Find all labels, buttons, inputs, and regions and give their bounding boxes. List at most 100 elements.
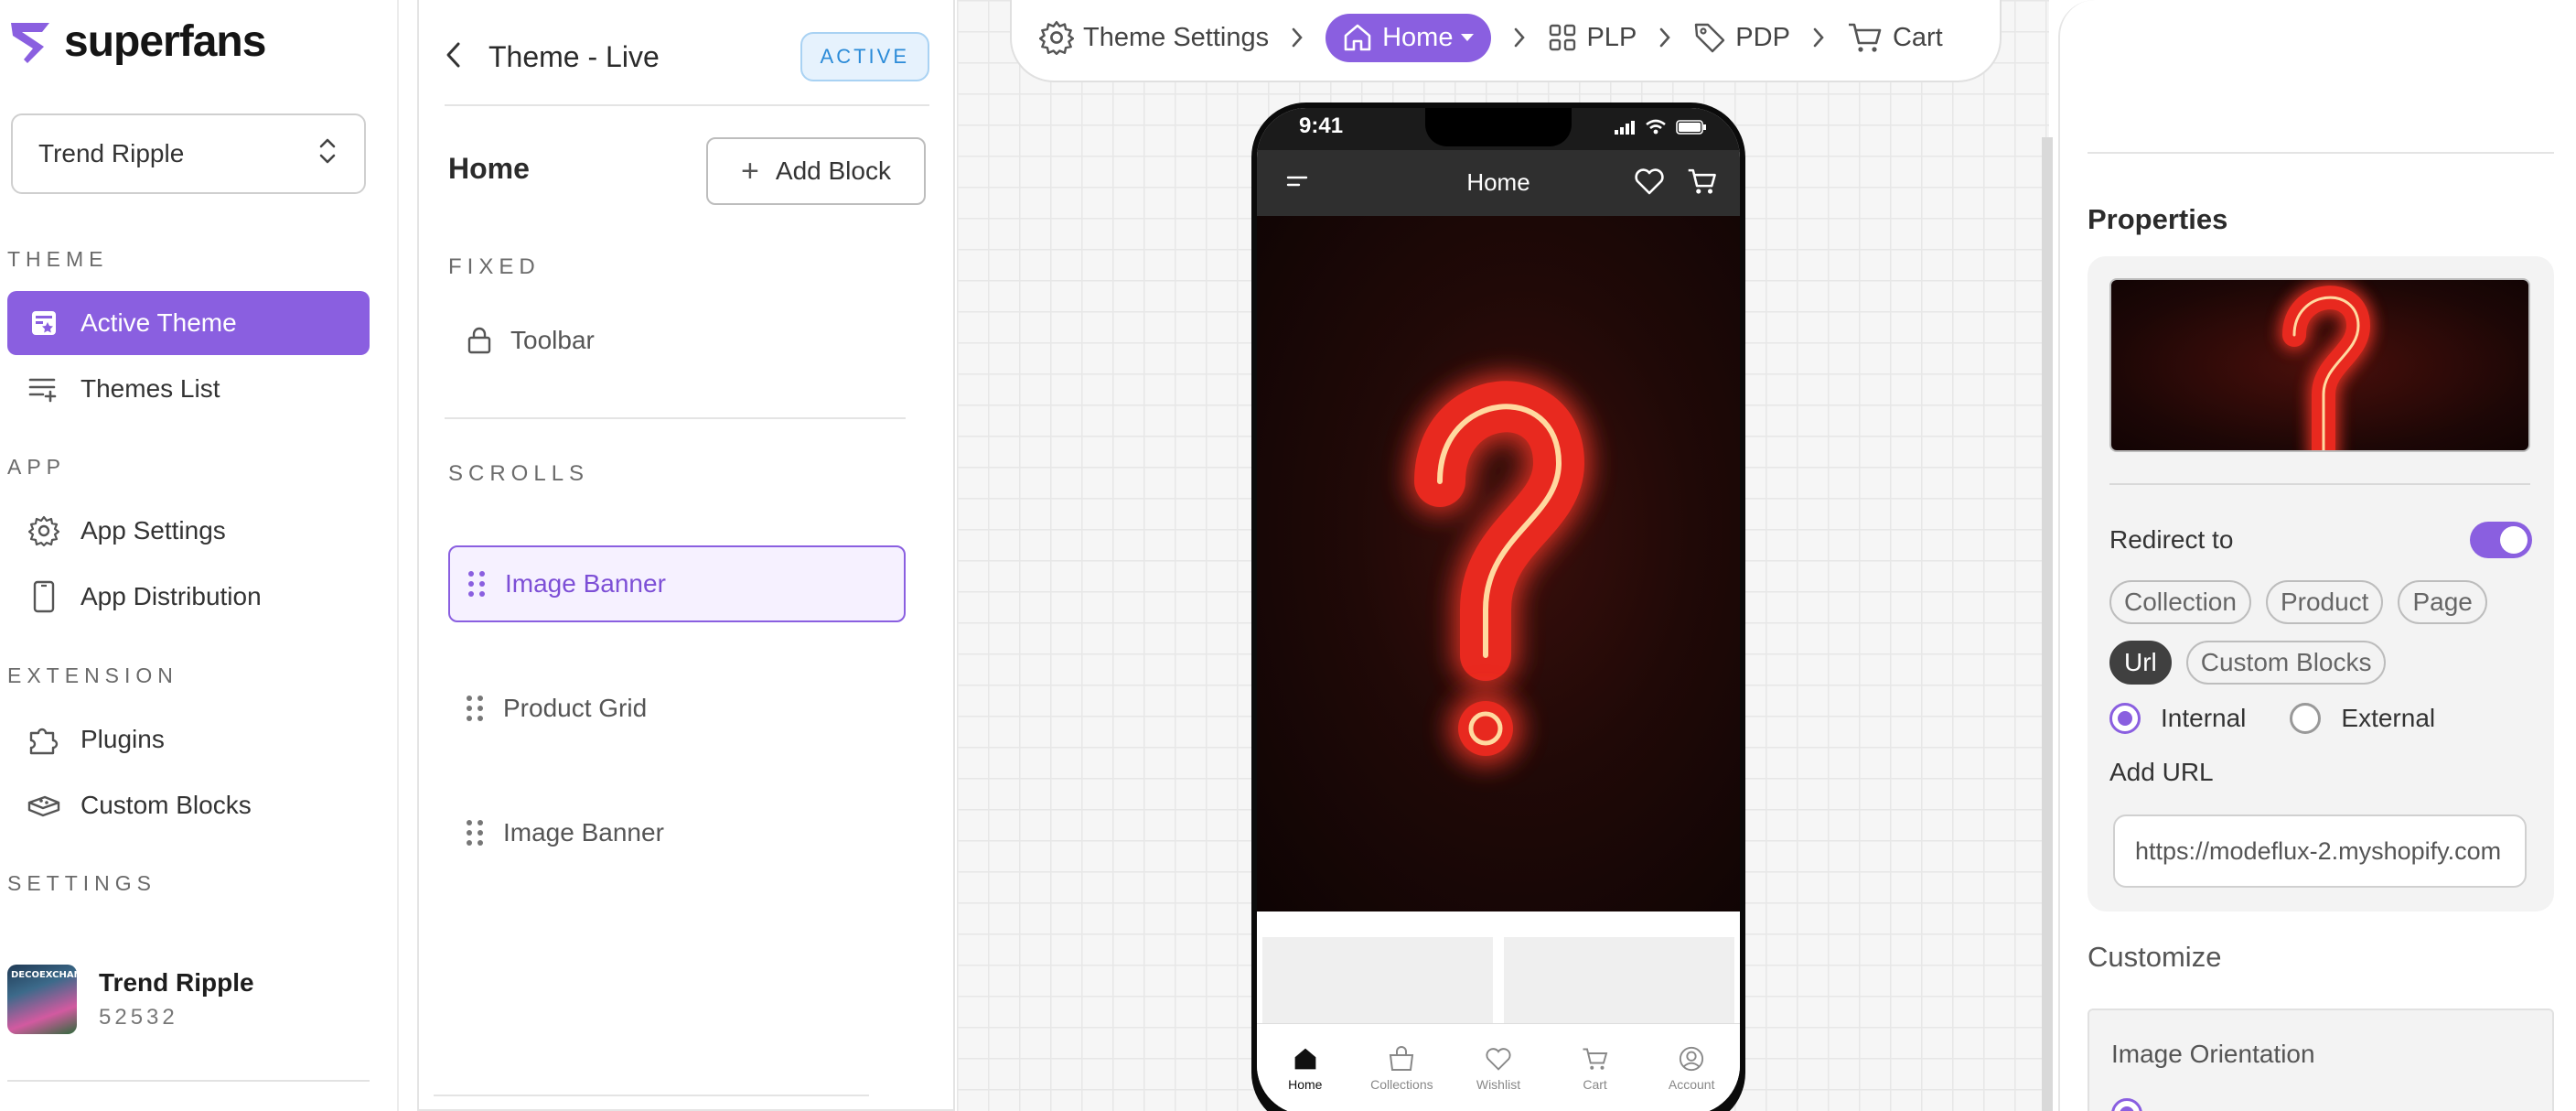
grid-icon xyxy=(1548,23,1577,52)
tab-account[interactable]: Account xyxy=(1643,1024,1740,1111)
tab-home[interactable]: Home xyxy=(1257,1024,1354,1111)
sidebar-item-active-theme[interactable]: Active Theme xyxy=(7,291,370,355)
section-label-extension: EXTENSION xyxy=(7,663,178,687)
divider xyxy=(434,1095,869,1096)
chip-url[interactable]: Url xyxy=(2109,641,2172,685)
chip-custom-blocks[interactable]: Custom Blocks xyxy=(2185,641,2387,685)
chip-product[interactable]: Product xyxy=(2265,580,2384,624)
chip-collection[interactable]: Collection xyxy=(2109,580,2251,624)
crumb-label: PDP xyxy=(1735,22,1790,52)
sidebar-item-themes-list[interactable]: Themes List xyxy=(7,357,370,421)
drag-handle-icon[interactable] xyxy=(467,696,483,721)
banner-image-thumbnail[interactable] xyxy=(2109,278,2530,452)
sidebar-item-label: Themes List xyxy=(80,374,220,403)
tab-cart[interactable]: Cart xyxy=(1547,1024,1644,1111)
heart-icon[interactable] xyxy=(1634,167,1665,200)
crumb-label: Theme Settings xyxy=(1083,22,1270,52)
back-icon[interactable] xyxy=(445,40,463,74)
puzzle-icon xyxy=(26,721,62,758)
caret-down-icon xyxy=(1460,32,1475,43)
section-label-fixed: FIXED xyxy=(448,254,541,279)
properties-title: Properties xyxy=(2088,203,2228,235)
crumb-label: Cart xyxy=(1892,22,1943,52)
block-label: Product Grid xyxy=(503,694,648,722)
radio-internal[interactable] xyxy=(2109,703,2141,734)
divider xyxy=(2088,152,2554,154)
image-orientation-label: Image Orientation xyxy=(2111,1040,2315,1068)
tab-collections[interactable]: Collections xyxy=(1354,1024,1451,1111)
crumb-plp[interactable]: PLP xyxy=(1548,23,1637,53)
list-icon xyxy=(26,371,62,407)
dynamic-island xyxy=(1425,108,1572,146)
sidebar-item-label: Active Theme xyxy=(80,308,237,337)
lock-icon xyxy=(467,326,492,355)
block-row-product-grid[interactable]: Product Grid xyxy=(448,670,906,747)
status-badge: ACTIVE xyxy=(800,32,929,81)
chevron-right-icon xyxy=(1812,27,1825,49)
redirect-toggle[interactable] xyxy=(2470,522,2532,558)
theme-panel-header: Theme - Live ACTIVE xyxy=(445,27,929,86)
sidebar-item-app-distribution[interactable]: App Distribution xyxy=(7,565,370,629)
sidebar-item-label: App Distribution xyxy=(80,582,262,610)
crumb-home[interactable]: Home xyxy=(1326,13,1492,62)
store-selector-value: Trend Ripple xyxy=(38,139,185,167)
image-orientation-card: Image Orientation xyxy=(2088,1009,2554,1111)
sidebar: superfans Trend Ripple THEME Active Them… xyxy=(0,0,399,1111)
phone-icon xyxy=(26,578,62,615)
block-label: Image Banner xyxy=(505,569,666,598)
crumb-theme-settings[interactable]: Theme Settings xyxy=(1039,20,1269,55)
cart-icon[interactable] xyxy=(1687,167,1718,200)
crumb-cart[interactable]: Cart xyxy=(1847,21,1943,54)
page-breadcrumb: Theme Settings Home PLP PDP Cart xyxy=(1010,0,2002,82)
redirect-label: Redirect to xyxy=(2109,525,2234,554)
app-toolbar: Home xyxy=(1257,150,1740,216)
url-input[interactable] xyxy=(2113,814,2527,888)
bag-icon xyxy=(1390,1046,1414,1071)
battery-icon xyxy=(1676,120,1706,135)
radio-external[interactable] xyxy=(2290,703,2322,734)
heart-icon xyxy=(1486,1048,1511,1071)
crumb-label: Home xyxy=(1382,22,1454,52)
sidebar-item-app-settings[interactable]: App Settings xyxy=(7,499,370,563)
divider xyxy=(445,104,929,106)
sidebar-item-custom-blocks[interactable]: Custom Blocks xyxy=(7,773,370,837)
store-selector[interactable]: Trend Ripple xyxy=(11,113,366,194)
chip-page[interactable]: Page xyxy=(2398,580,2487,624)
add-block-button[interactable]: + Add Block xyxy=(706,137,926,205)
link-type-radios: Internal External xyxy=(2109,703,2435,734)
status-bar: 9:41 xyxy=(1257,108,1740,150)
chevron-right-icon xyxy=(1291,27,1304,49)
section-label-theme: THEME xyxy=(7,247,109,271)
home-icon xyxy=(1294,1048,1316,1070)
sidebar-item-label: Plugins xyxy=(80,725,165,753)
superfans-logo-icon xyxy=(11,22,49,63)
block-label: Image Banner xyxy=(503,818,664,847)
brand-logo[interactable]: superfans xyxy=(5,16,266,67)
block-row-image-banner[interactable]: Image Banner xyxy=(448,545,906,622)
brand-name: superfans xyxy=(64,17,266,66)
block-row-image-banner-2[interactable]: Image Banner xyxy=(448,794,906,871)
drag-handle-icon[interactable] xyxy=(467,820,483,846)
store-id: 52532 xyxy=(99,1005,178,1030)
tab-wishlist[interactable]: Wishlist xyxy=(1450,1024,1547,1111)
canvas-scrollbar[interactable] xyxy=(2042,137,2053,1111)
block-row-toolbar[interactable]: Toolbar xyxy=(448,302,906,379)
sidebar-item-plugins[interactable]: Plugins xyxy=(7,707,370,771)
store-card[interactable]: DECOEXCHANGE Trend Ripple 52532 xyxy=(7,965,254,1034)
radio-orientation-option[interactable] xyxy=(2111,1098,2142,1111)
home-icon xyxy=(1342,23,1373,52)
theme-panel: Theme - Live ACTIVE Home + Add Block FIX… xyxy=(417,0,955,1111)
phone-screen: 9:41 Home Home Collections Wishlist Cart… xyxy=(1257,108,1740,1111)
plus-icon: + xyxy=(741,153,759,189)
block-label: Toolbar xyxy=(510,326,595,354)
neon-question-mark-image xyxy=(2279,282,2375,450)
image-banner-preview[interactable] xyxy=(1257,216,1740,911)
chevron-right-icon xyxy=(1658,27,1671,49)
account-icon xyxy=(1680,1046,1704,1072)
drag-handle-icon[interactable] xyxy=(468,571,485,597)
properties-panel: Properties Redirect to Collection Produc… xyxy=(2058,0,2576,1111)
section-label-app: APP xyxy=(7,455,67,479)
radio-external-label: External xyxy=(2341,704,2436,732)
crumb-pdp[interactable]: PDP xyxy=(1693,21,1790,54)
add-block-label: Add Block xyxy=(775,156,891,185)
